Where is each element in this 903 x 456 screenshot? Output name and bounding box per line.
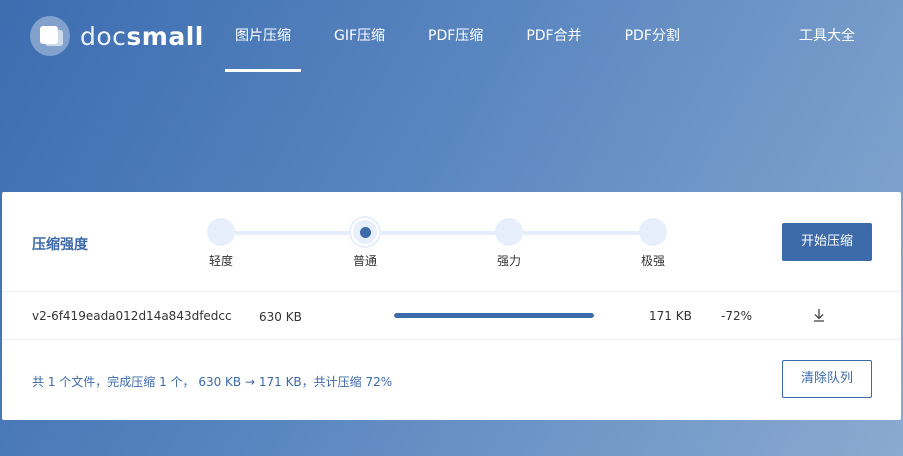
file-name: v2-6f419eada012d14a843dfedcc3...: [32, 309, 232, 323]
summary-row: 共 1 个文件，完成压缩 1 个， 630 KB → 171 KB，共计压缩 7…: [2, 340, 901, 420]
strength-option-normal[interactable]: 普通: [350, 218, 380, 268]
logo-text: docsmall: [80, 21, 204, 51]
strength-option-label: 极强: [640, 254, 666, 268]
strength-dot-selected[interactable]: [351, 218, 379, 246]
compress-panel: 压缩强度 轻度 普通 强力 极强 开始压缩 v2-6f419eada012d14…: [2, 192, 901, 420]
nav-item-pdf-split[interactable]: PDF分割: [615, 0, 690, 72]
strength-option-label: 轻度: [208, 254, 234, 268]
file-row: v2-6f419eada012d14a843dfedcc3... 630 KB …: [2, 292, 901, 340]
strength-dot[interactable]: [207, 218, 235, 246]
docsmall-logo[interactable]: docsmall: [30, 16, 204, 56]
slider-track: [221, 231, 651, 235]
strength-option-label: 普通: [352, 254, 378, 268]
strength-option-light[interactable]: 轻度: [206, 218, 236, 268]
start-compress-button[interactable]: 开始压缩: [782, 223, 872, 261]
clear-queue-button[interactable]: 清除队列: [782, 360, 872, 398]
nav-item-all-tools[interactable]: 工具大全: [799, 0, 855, 72]
file-original-size: 630 KB: [259, 310, 302, 324]
strength-option-label: 强力: [496, 254, 522, 268]
strength-option-strong[interactable]: 强力: [494, 218, 524, 268]
strength-dot[interactable]: [495, 218, 523, 246]
summary-text: 共 1 个文件，完成压缩 1 个， 630 KB → 171 KB，共计压缩 7…: [32, 375, 393, 389]
download-icon[interactable]: [810, 306, 828, 324]
progress-fill: [394, 313, 594, 318]
logo-icon: [30, 16, 70, 56]
compression-strength-slider[interactable]: 轻度 普通 强力 极强: [205, 218, 668, 278]
file-compression-ratio: -72%: [721, 309, 753, 323]
compression-strength-row: 压缩强度 轻度 普通 强力 极强 开始压缩: [2, 192, 901, 292]
strength-dot[interactable]: [639, 218, 667, 246]
file-progress-bar: [394, 313, 594, 318]
compression-strength-label: 压缩强度: [32, 237, 88, 253]
nav-item-pdf-compress[interactable]: PDF压缩: [418, 0, 493, 72]
top-header: docsmall 图片压缩 GIF压缩 PDF压缩 PDF合并 PDF分割 工具…: [0, 0, 903, 72]
nav-item-pdf-merge[interactable]: PDF合并: [516, 0, 591, 72]
strength-option-extreme[interactable]: 极强: [638, 218, 668, 268]
file-compressed-size: 171 KB: [649, 309, 692, 323]
nav-item-image-compress[interactable]: 图片压缩: [225, 0, 301, 72]
main-nav: 图片压缩 GIF压缩 PDF压缩 PDF合并 PDF分割: [225, 0, 713, 72]
nav-item-gif-compress[interactable]: GIF压缩: [324, 0, 395, 72]
